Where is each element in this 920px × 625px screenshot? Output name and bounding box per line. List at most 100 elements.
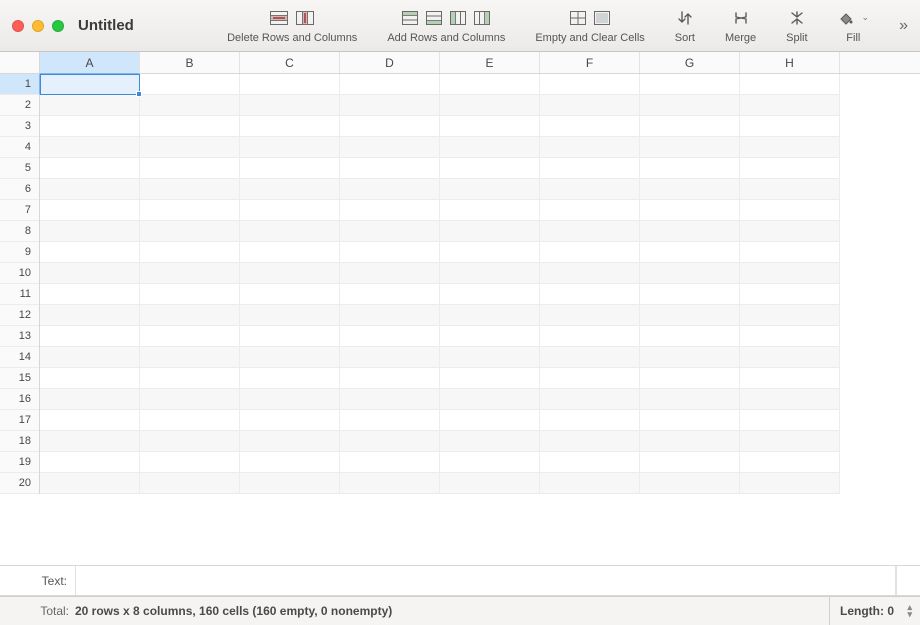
cell[interactable]: [640, 284, 740, 305]
cell[interactable]: [740, 179, 840, 200]
cell[interactable]: [140, 179, 240, 200]
cell[interactable]: [40, 431, 140, 452]
cell[interactable]: [540, 284, 640, 305]
cell[interactable]: [40, 179, 140, 200]
cell[interactable]: [40, 305, 140, 326]
cell[interactable]: [440, 74, 540, 95]
merge-button[interactable]: Merge: [719, 8, 762, 44]
cell[interactable]: [140, 326, 240, 347]
cell[interactable]: [540, 305, 640, 326]
row-header-6[interactable]: 6: [0, 179, 39, 200]
cell[interactable]: [740, 200, 840, 221]
cell[interactable]: [440, 158, 540, 179]
row-header-20[interactable]: 20: [0, 473, 39, 494]
cell[interactable]: [240, 326, 340, 347]
cell[interactable]: [40, 242, 140, 263]
cell[interactable]: [340, 74, 440, 95]
cell[interactable]: [740, 158, 840, 179]
column-header-C[interactable]: C: [240, 52, 340, 73]
cell[interactable]: [740, 410, 840, 431]
toolbar-overflow-button[interactable]: »: [899, 17, 908, 35]
cell[interactable]: [340, 368, 440, 389]
cell[interactable]: [40, 410, 140, 431]
cell[interactable]: [640, 242, 740, 263]
cell[interactable]: [240, 410, 340, 431]
fill-handle[interactable]: [136, 91, 142, 97]
row-header-8[interactable]: 8: [0, 221, 39, 242]
cell[interactable]: [40, 368, 140, 389]
cell[interactable]: [140, 368, 240, 389]
cell[interactable]: [140, 452, 240, 473]
cell[interactable]: [340, 431, 440, 452]
column-header-H[interactable]: H: [740, 52, 840, 73]
cell[interactable]: [240, 389, 340, 410]
cell[interactable]: [440, 305, 540, 326]
cell[interactable]: [640, 347, 740, 368]
cell[interactable]: [240, 137, 340, 158]
cell[interactable]: [440, 284, 540, 305]
cell[interactable]: [140, 242, 240, 263]
cell[interactable]: [740, 326, 840, 347]
cell[interactable]: [640, 410, 740, 431]
cell[interactable]: [540, 473, 640, 494]
cell[interactable]: [640, 368, 740, 389]
cell[interactable]: [440, 95, 540, 116]
row-header-3[interactable]: 3: [0, 116, 39, 137]
cell[interactable]: [240, 221, 340, 242]
cell[interactable]: [340, 284, 440, 305]
cell[interactable]: [640, 389, 740, 410]
row-header-11[interactable]: 11: [0, 284, 39, 305]
cell[interactable]: [540, 116, 640, 137]
cell[interactable]: [340, 305, 440, 326]
cell[interactable]: [140, 116, 240, 137]
column-header-D[interactable]: D: [340, 52, 440, 73]
column-header-E[interactable]: E: [440, 52, 540, 73]
cell[interactable]: [140, 263, 240, 284]
cell[interactable]: [740, 389, 840, 410]
cell[interactable]: [740, 95, 840, 116]
row-header-12[interactable]: 12: [0, 305, 39, 326]
length-selector[interactable]: Length: 0 ▴▾: [829, 597, 920, 625]
row-header-18[interactable]: 18: [0, 431, 39, 452]
zoom-window-button[interactable]: [52, 20, 64, 32]
cell[interactable]: [340, 116, 440, 137]
cell[interactable]: [340, 200, 440, 221]
row-header-14[interactable]: 14: [0, 347, 39, 368]
cell[interactable]: [640, 452, 740, 473]
cell[interactable]: [40, 473, 140, 494]
cell[interactable]: [540, 179, 640, 200]
cell[interactable]: [540, 347, 640, 368]
column-header-B[interactable]: B: [140, 52, 240, 73]
cell[interactable]: [40, 347, 140, 368]
cell[interactable]: [340, 452, 440, 473]
cell[interactable]: [140, 158, 240, 179]
cell[interactable]: [240, 116, 340, 137]
split-button[interactable]: Split: [780, 8, 813, 44]
text-stepper[interactable]: [896, 566, 920, 595]
cell-text-input[interactable]: [75, 566, 896, 595]
cell[interactable]: [540, 95, 640, 116]
cell[interactable]: [540, 242, 640, 263]
cell[interactable]: [240, 347, 340, 368]
cell[interactable]: [140, 389, 240, 410]
cell[interactable]: [640, 305, 740, 326]
cell[interactable]: [40, 158, 140, 179]
cell[interactable]: [640, 116, 740, 137]
cell[interactable]: [140, 347, 240, 368]
cell[interactable]: [140, 410, 240, 431]
cell[interactable]: [440, 368, 540, 389]
add-rows-columns-button[interactable]: Add Rows and Columns: [381, 8, 511, 44]
empty-clear-cells-button[interactable]: Empty and Clear Cells: [529, 8, 650, 44]
cell[interactable]: [440, 326, 540, 347]
row-header-7[interactable]: 7: [0, 200, 39, 221]
cell[interactable]: [240, 200, 340, 221]
cell[interactable]: [640, 326, 740, 347]
cell[interactable]: [740, 347, 840, 368]
row-header-17[interactable]: 17: [0, 410, 39, 431]
cell[interactable]: [740, 137, 840, 158]
cell[interactable]: [40, 284, 140, 305]
cell[interactable]: [140, 431, 240, 452]
cell[interactable]: [640, 137, 740, 158]
cell[interactable]: [640, 200, 740, 221]
cell[interactable]: [340, 326, 440, 347]
